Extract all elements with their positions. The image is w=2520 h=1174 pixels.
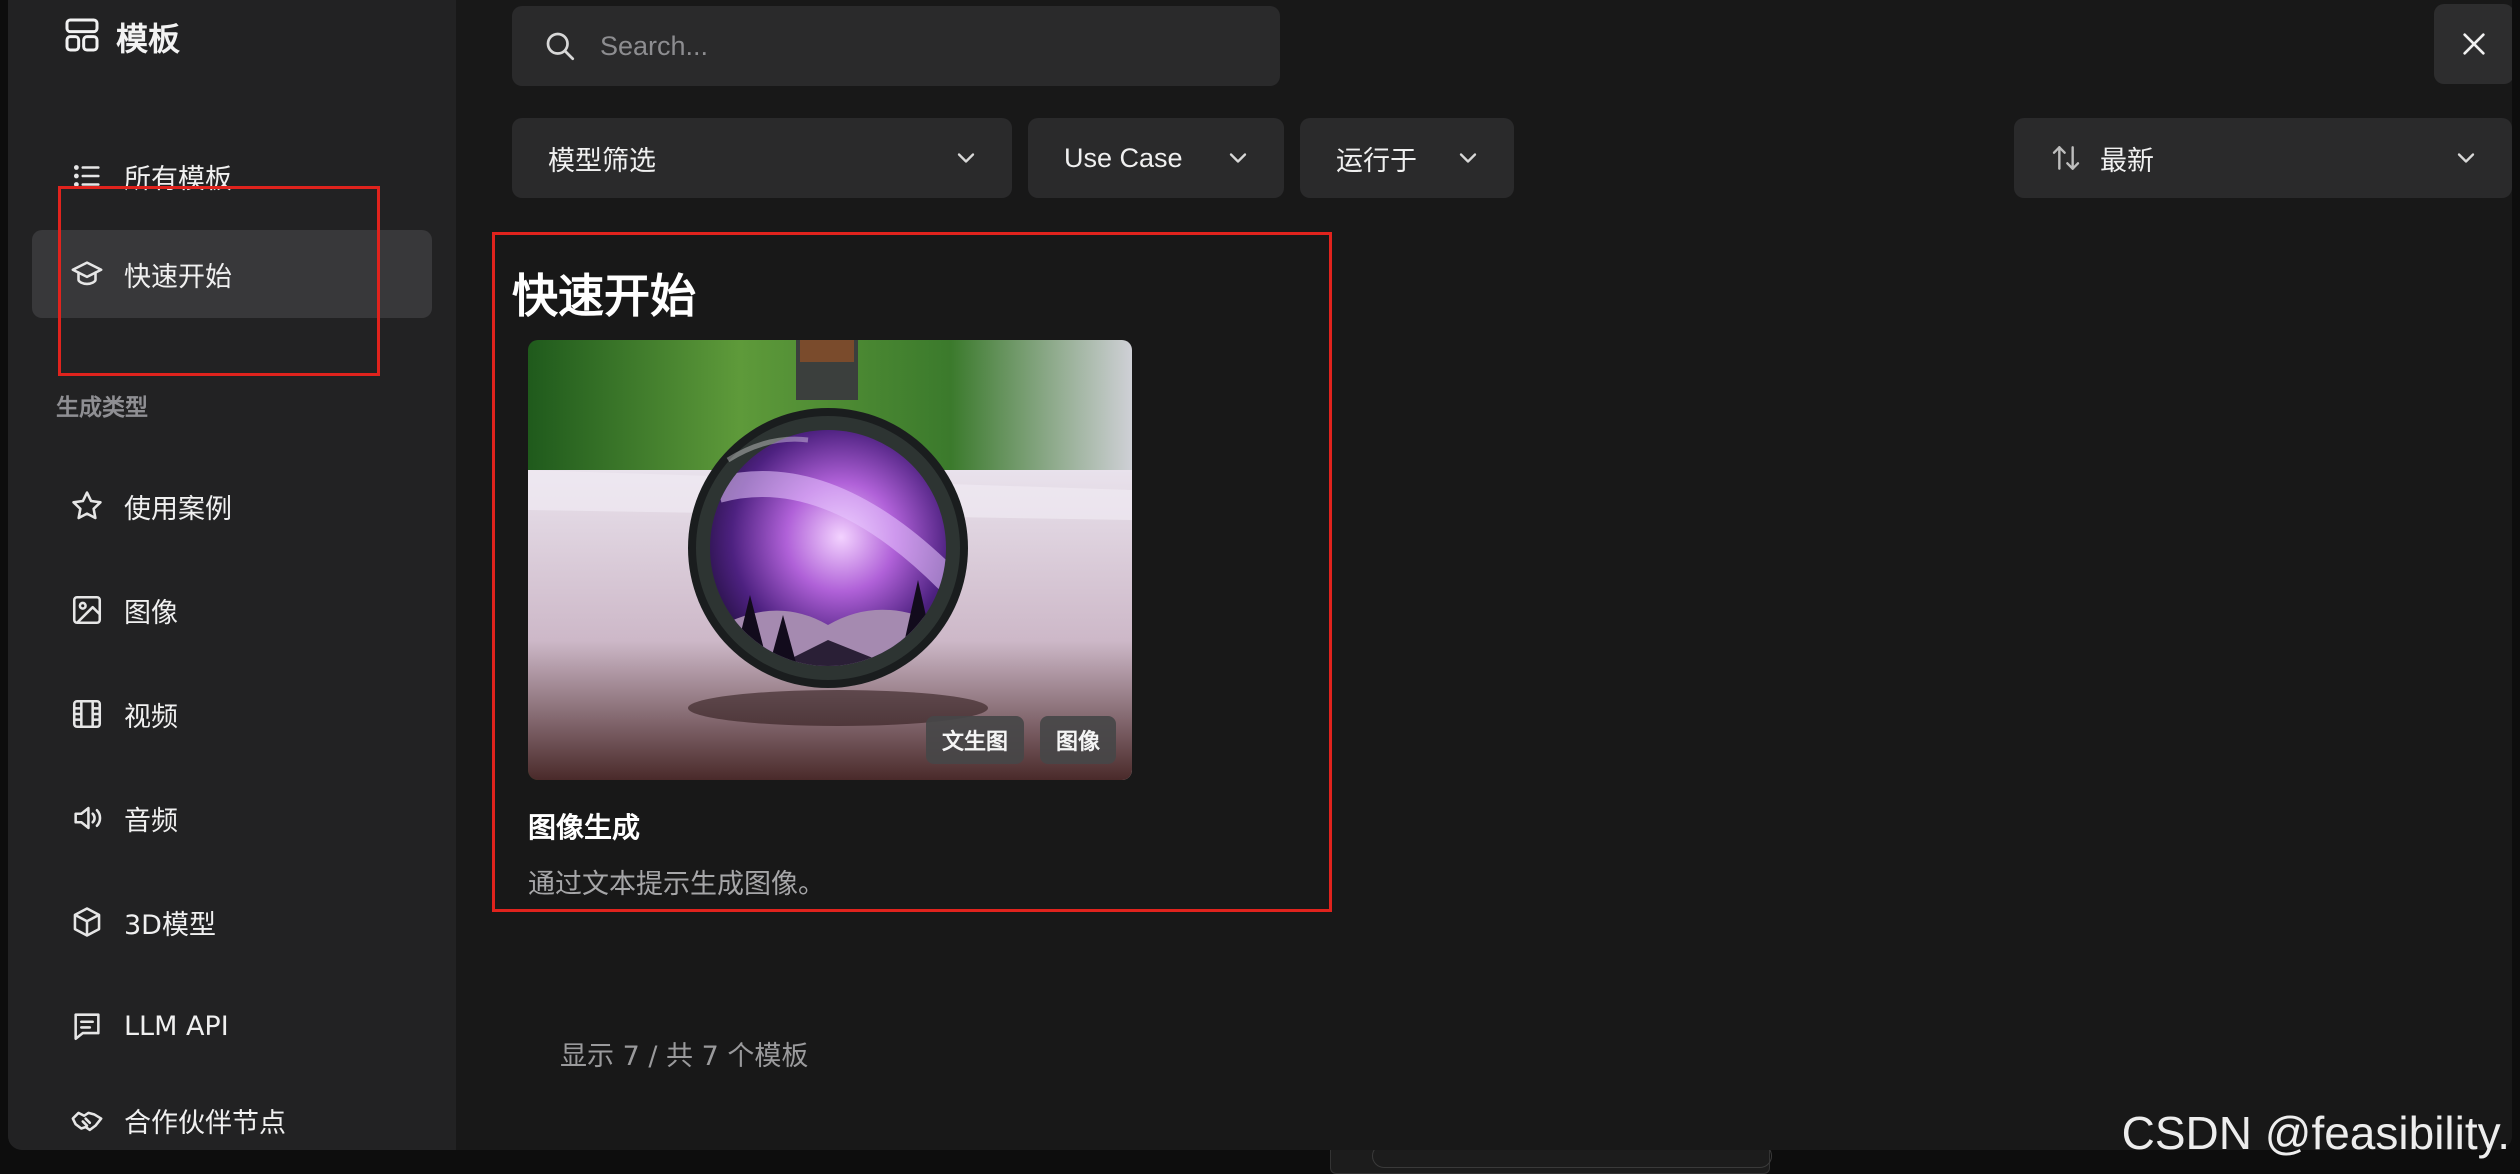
tag-list: 文生图 图像 — [925, 716, 1116, 764]
sidebar-item-video[interactable]: 视频 — [32, 670, 432, 758]
speaker-icon — [74, 806, 102, 830]
chevron-down-icon — [957, 153, 975, 163]
sidebar-item-label: 3D模型 — [124, 909, 216, 941]
sidebar-item-all-templates[interactable]: 所有模板 — [32, 132, 432, 220]
sort-label: 最新 — [2100, 145, 2154, 177]
sidebar-item-label: 快速开始 — [124, 261, 232, 293]
chevron-down-icon — [1459, 153, 1477, 163]
chevron-down-icon — [2457, 153, 2475, 163]
use-case-label: Use Case — [1064, 142, 1183, 173]
close-button[interactable] — [2434, 4, 2512, 84]
runs-on-dropdown[interactable]: 运行于 — [1300, 118, 1514, 198]
template-card-image-generation[interactable]: 文生图 图像 — [528, 340, 1132, 780]
brand: 模板 — [62, 14, 180, 60]
template-count: 显示 7 / 共 7 个模板 — [560, 1041, 809, 1072]
search-bar[interactable] — [512, 6, 1280, 86]
cube-icon — [73, 907, 101, 937]
sidebar-item-label: LLM API — [124, 1010, 229, 1042]
sidebar-item-audio[interactable]: 音频 — [32, 774, 432, 862]
main-content: 模型筛选 Use Case 运行于 最新 — [456, 0, 2512, 1150]
graduation-cap-icon — [71, 261, 103, 286]
film-icon — [72, 699, 102, 729]
sidebar-item-label: 音频 — [124, 805, 178, 837]
section-title: 快速开始 — [512, 269, 696, 323]
list-icon — [73, 165, 100, 187]
sort-dropdown[interactable]: 最新 — [2014, 118, 2512, 198]
sidebar-item-label: 所有模板 — [124, 163, 232, 195]
sidebar-item-image[interactable]: 图像 — [32, 566, 432, 654]
runs-on-label: 运行于 — [1336, 145, 1417, 177]
sidebar-item-llm-api[interactable]: LLM API — [32, 982, 432, 1070]
sidebar-item-quick-start[interactable]: 快速开始 — [32, 230, 432, 318]
brand-title: 模板 — [116, 20, 181, 58]
sidebar-item-label: 视频 — [124, 701, 178, 733]
template-icon — [62, 15, 102, 59]
search-icon — [546, 32, 575, 61]
sort-icon — [2052, 146, 2080, 170]
sidebar-item-label: 使用案例 — [124, 493, 232, 525]
chat-icon — [74, 1013, 100, 1041]
close-icon — [2463, 33, 2485, 55]
model-filter-dropdown[interactable]: 模型筛选 — [512, 118, 1012, 198]
sidebar-item-3d-model[interactable]: 3D模型 — [32, 878, 432, 966]
sidebar-item-partner-nodes[interactable]: 合作伙伴节点 — [32, 1076, 432, 1150]
templates-modal: 模板 所有模板 快速开始 生成类型 使用案例 图像 视频 音频 3D模型 LLM… — [8, 0, 2512, 1150]
template-card-description: 通过文本提示生成图像。 — [528, 869, 825, 900]
tag-text-to-image: 文生图 — [925, 716, 1024, 764]
watermark: CSDN @feasibility. — [2121, 1107, 2510, 1159]
section-label-generation-type: 生成类型 — [56, 395, 148, 421]
template-thumbnail — [528, 340, 1132, 780]
template-card-title: 图像生成 — [528, 811, 641, 844]
sidebar-item-use-cases[interactable]: 使用案例 — [32, 462, 432, 550]
app-window: 模板 所有模板 快速开始 生成类型 使用案例 图像 视频 音频 3D模型 LLM… — [0, 0, 2520, 1174]
image-icon — [72, 595, 102, 625]
handshake-icon — [71, 1111, 103, 1132]
sidebar: 模板 所有模板 快速开始 生成类型 使用案例 图像 视频 音频 3D模型 LLM… — [8, 0, 456, 1150]
chevron-down-icon — [1229, 153, 1247, 163]
sidebar-item-label: 合作伙伴节点 — [124, 1107, 286, 1139]
use-case-dropdown[interactable]: Use Case — [1028, 118, 1284, 198]
tag-image: 图像 — [1039, 716, 1116, 764]
star-icon — [72, 491, 102, 520]
model-filter-label: 模型筛选 — [548, 145, 656, 177]
search-input[interactable] — [600, 30, 1280, 62]
sidebar-item-label: 图像 — [124, 597, 178, 629]
